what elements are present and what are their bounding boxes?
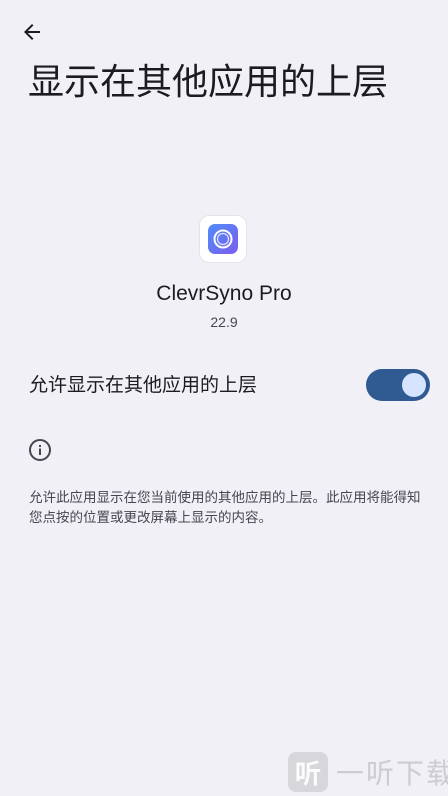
page-title: 显示在其他应用的上层	[28, 62, 389, 103]
watermark-text: 一听下载	[336, 757, 448, 790]
watermark-logo: 听	[288, 752, 328, 792]
watermark: 听 一听下载	[288, 752, 448, 792]
permission-switch[interactable]	[366, 369, 430, 401]
app-ring-icon	[208, 224, 238, 254]
app-icon	[200, 216, 246, 262]
permission-description: 允许此应用显示在您当前使用的其他应用的上层。此应用将能得知您点按的位置或更改屏幕…	[29, 490, 421, 526]
permission-toggle-row[interactable]: 允许显示在其他应用的上层	[0, 360, 448, 412]
back-button[interactable]	[16, 16, 48, 48]
arrow-left-icon	[24, 24, 40, 40]
permission-label: 允许显示在其他应用的上层	[29, 374, 258, 396]
info-icon	[29, 439, 51, 461]
switch-thumb	[402, 373, 426, 397]
app-name: ClevrSyno Pro	[156, 282, 292, 305]
app-version: 22.9	[210, 314, 238, 330]
